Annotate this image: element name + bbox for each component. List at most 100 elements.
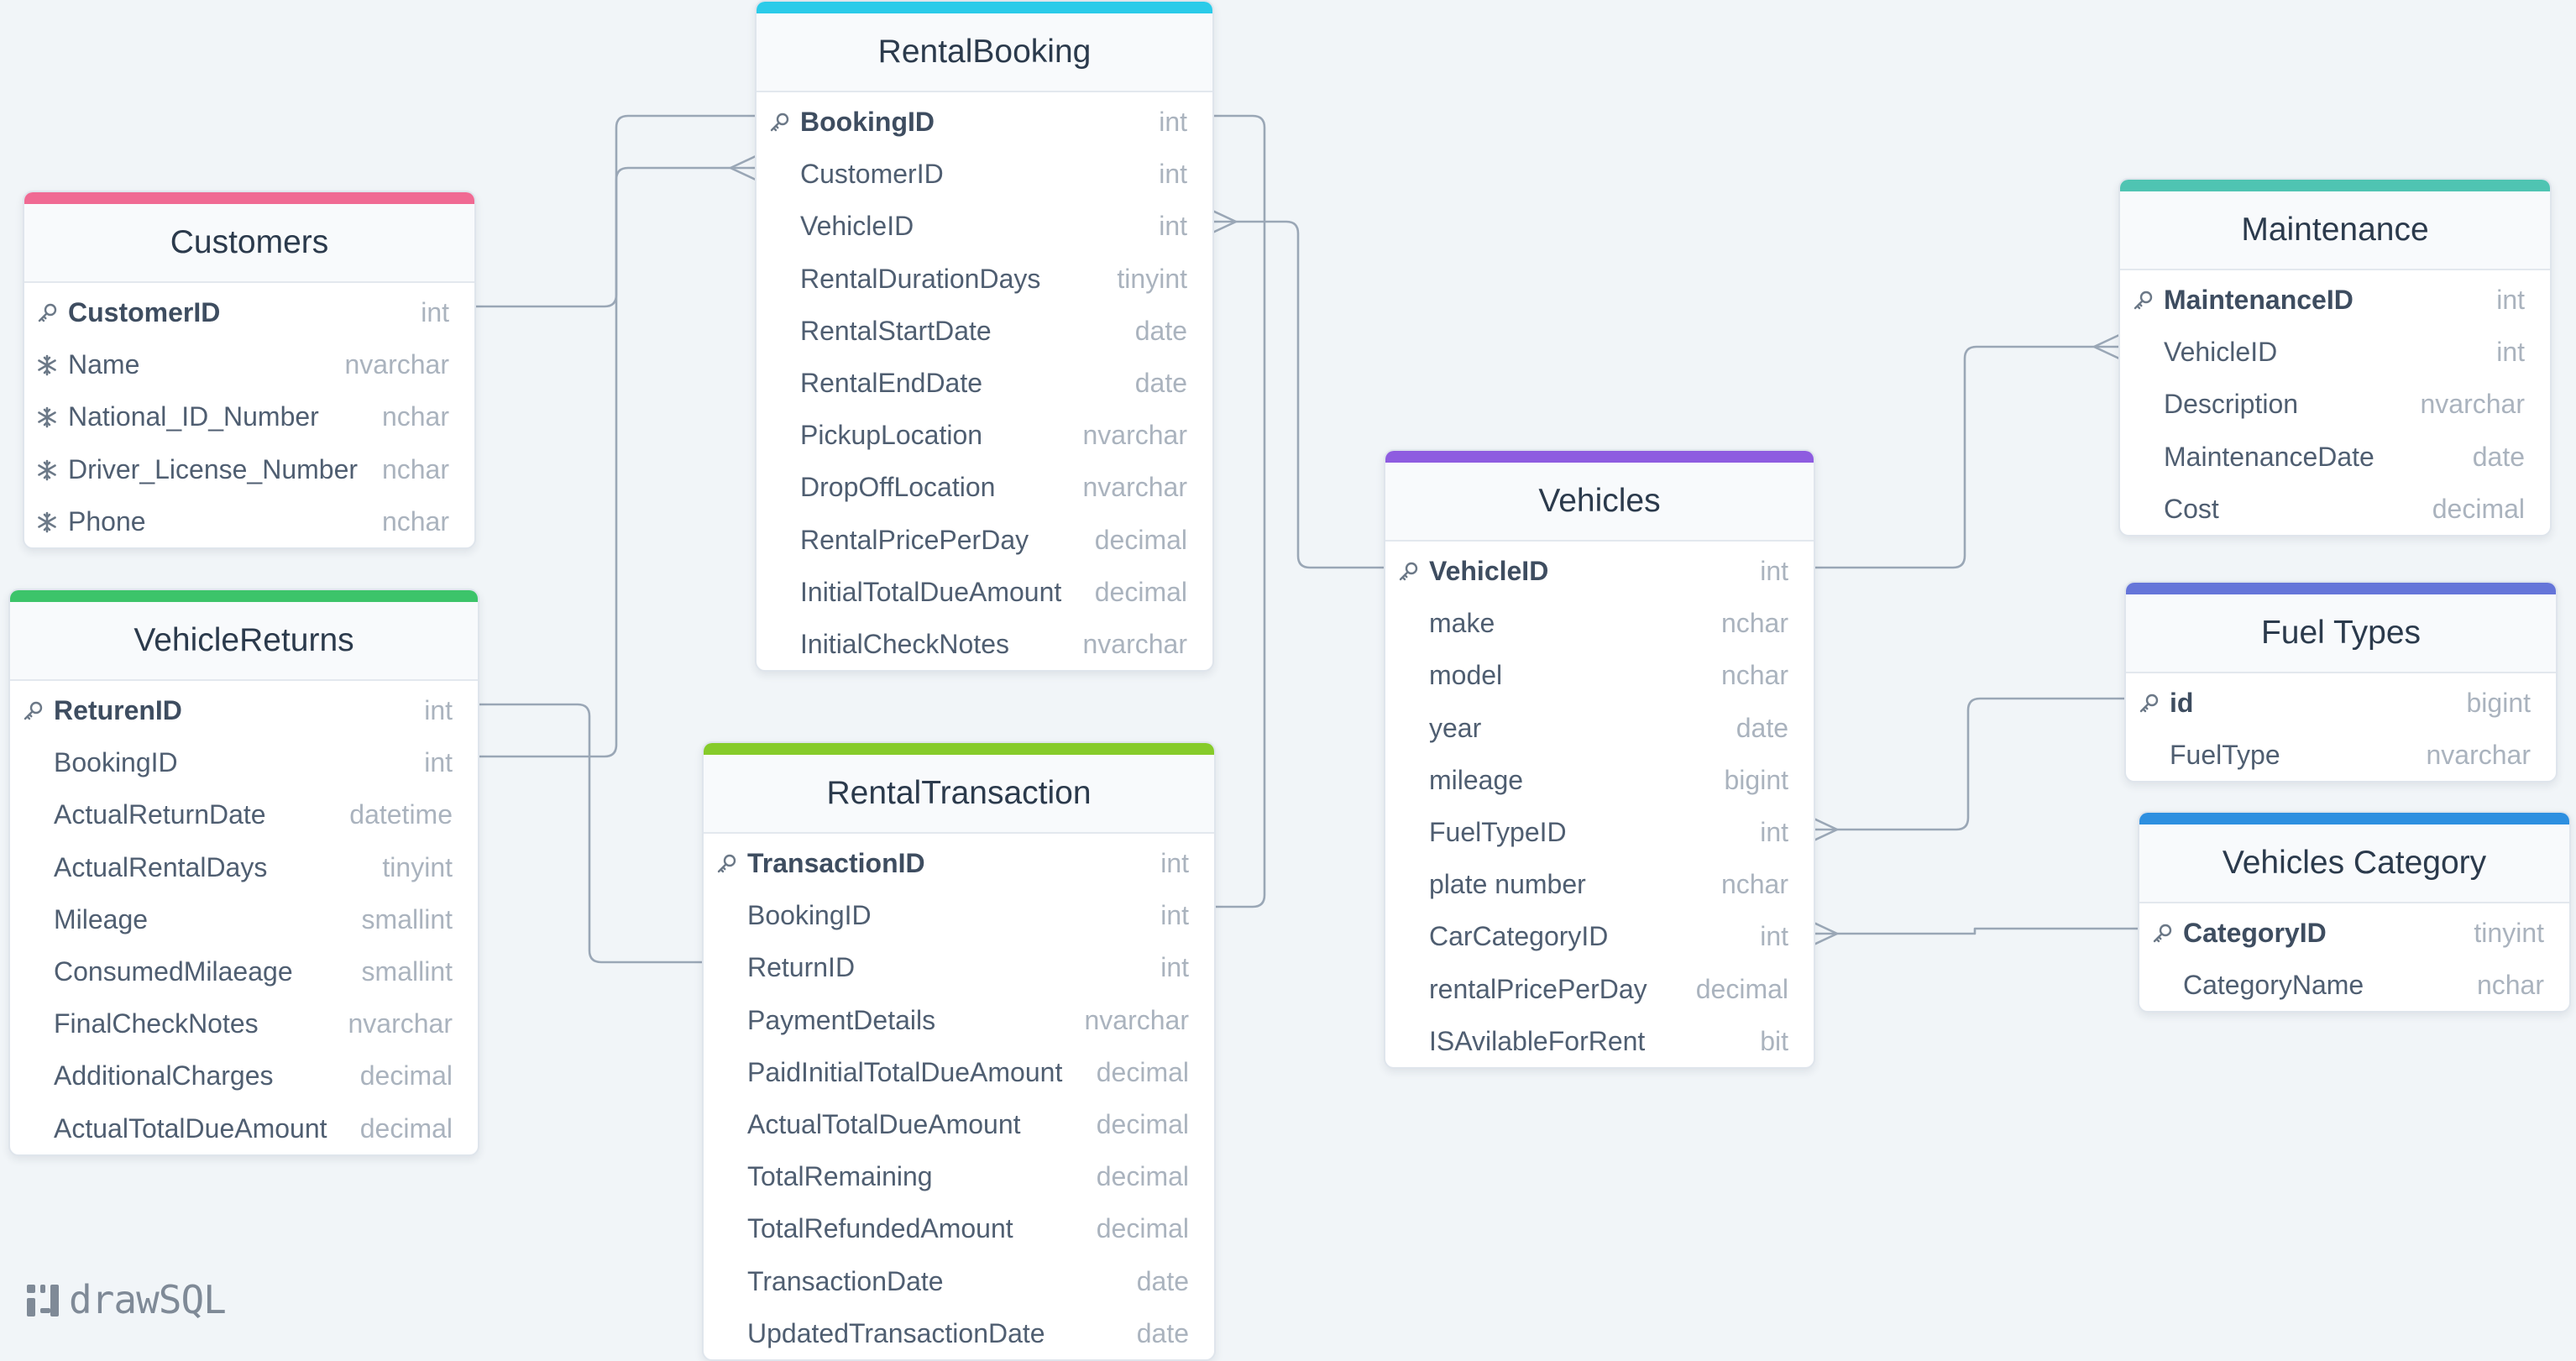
field-type: nvarchar xyxy=(2420,389,2526,420)
field-row[interactable]: National_ID_Number nchar xyxy=(24,390,474,442)
field-row[interactable]: ActualTotalDueAmount decimal xyxy=(10,1102,478,1154)
crowfoot-marker xyxy=(730,154,757,181)
field-row[interactable]: ActualReturnDate datetime xyxy=(10,788,478,840)
field-row[interactable]: CategoryID tinyint xyxy=(2139,907,2569,959)
field-name: VehicleID xyxy=(800,211,914,242)
field-row[interactable]: DropOffLocation nvarchar xyxy=(757,461,1212,513)
table-rentaltransaction[interactable]: RentalTransaction TransactionID int Bookin… xyxy=(702,741,1216,1361)
table-vehiclescategory[interactable]: Vehicles Category CategoryID tinyint Categ… xyxy=(2138,811,2571,1013)
table-fueltypes[interactable]: Fuel Types id bigint FuelType nvarchar xyxy=(2124,581,2558,783)
table-maintenance[interactable]: Maintenance MaintenanceID int VehicleID int… xyxy=(2118,178,2552,537)
field-row[interactable]: MaintenanceDate date xyxy=(2120,431,2550,483)
field-type: decimal xyxy=(359,1112,453,1144)
field-row[interactable]: PaymentDetails nvarchar xyxy=(704,994,1214,1046)
field-row[interactable]: TotalRefundedAmount decimal xyxy=(704,1202,1214,1254)
field-type: decimal xyxy=(2432,493,2525,524)
field-row[interactable]: FuelTypeID int xyxy=(1385,806,1814,858)
field-name: National_ID_Number xyxy=(68,401,319,432)
field-row[interactable]: InitialCheckNotes nvarchar xyxy=(757,618,1212,670)
drawsql-logo[interactable]: drawSQL xyxy=(25,1269,227,1330)
field-row[interactable]: BookingID int xyxy=(10,736,478,788)
field-row[interactable]: rentalPricePerDay decimal xyxy=(1385,963,1814,1015)
field-row[interactable]: BookingID int xyxy=(704,889,1214,941)
field-row[interactable]: PaidInitialTotalDueAmount decimal xyxy=(704,1046,1214,1098)
field-type: tinyint xyxy=(382,851,453,882)
field-row[interactable]: UpdatedTransactionDate date xyxy=(704,1307,1214,1359)
table-rentalbooking[interactable]: RentalBooking BookingID int CustomerID int V… xyxy=(755,0,1214,673)
connector-fueltypes-vehicles xyxy=(1812,697,2125,831)
field-type: int xyxy=(2496,285,2525,315)
field-type: nchar xyxy=(1720,608,1788,639)
field-row[interactable]: FinalCheckNotes nvarchar xyxy=(10,997,478,1050)
field-row[interactable]: year date xyxy=(1385,702,1814,754)
field-type: int xyxy=(1159,159,1187,190)
field-row[interactable]: ActualTotalDueAmount decimal xyxy=(704,1098,1214,1150)
field-row[interactable]: MaintenanceID int xyxy=(2120,274,2550,326)
field-row[interactable]: ReturnID int xyxy=(704,941,1214,993)
field-type: tinyint xyxy=(1117,263,1187,294)
table-vehicles[interactable]: Vehicles VehicleID int make nchar model nchar… xyxy=(1384,449,1815,1069)
field-name: UpdatedTransactionDate xyxy=(747,1317,1045,1348)
field-name: BookingID xyxy=(747,900,872,931)
field-row[interactable]: RentalStartDate date xyxy=(757,305,1212,357)
field-name: Driver_License_Number xyxy=(68,453,359,484)
field-row[interactable]: InitialTotalDueAmount decimal xyxy=(757,566,1212,618)
field-row[interactable]: TransactionDate date xyxy=(704,1255,1214,1307)
table-customers[interactable]: Customers CustomerID int Name nvarchar Natio… xyxy=(23,191,476,549)
field-name: PaidInitialTotalDueAmount xyxy=(747,1056,1063,1087)
table-vehiclereturns[interactable]: VehicleReturns ReturenID int BookingID int A… xyxy=(8,589,479,1156)
field-type: int xyxy=(424,695,453,725)
table-color-bar xyxy=(2139,813,2569,824)
field-name: RentalStartDate xyxy=(800,315,992,346)
field-name: rentalPricePerDay xyxy=(1429,973,1647,1004)
field-row[interactable]: mileage bigint xyxy=(1385,754,1814,806)
field-row[interactable]: AdditionalCharges decimal xyxy=(10,1050,478,1102)
field-name: CustomerID xyxy=(800,159,944,190)
field-name: TransactionID xyxy=(747,848,925,878)
field-type: nchar xyxy=(1720,660,1788,691)
field-type: int xyxy=(1159,107,1187,137)
field-name: MaintenanceDate xyxy=(2164,441,2374,472)
field-row[interactable]: Driver_License_Number nchar xyxy=(24,443,474,495)
field-name: mileage xyxy=(1429,764,1524,795)
field-row[interactable]: id bigint xyxy=(2126,677,2556,729)
field-row[interactable]: RentalEndDate date xyxy=(757,357,1212,409)
field-row[interactable]: CategoryName nchar xyxy=(2139,959,2569,1011)
field-row[interactable]: Mileage smallint xyxy=(10,893,478,945)
field-row[interactable]: Description nvarchar xyxy=(2120,378,2550,430)
table-color-bar xyxy=(704,743,1214,755)
diagram-canvas[interactable]: RentalBooking BookingID int CustomerID int V… xyxy=(0,0,2576,1361)
field-row[interactable]: RentalDurationDays tinyint xyxy=(757,253,1212,305)
field-row[interactable]: VehicleID int xyxy=(2120,326,2550,378)
field-row[interactable]: Phone nchar xyxy=(24,495,474,547)
field-row[interactable]: VehicleID int xyxy=(757,200,1212,252)
field-row[interactable]: model nchar xyxy=(1385,649,1814,701)
field-row[interactable]: ReturenID int xyxy=(10,684,478,736)
field-type: date xyxy=(2472,441,2525,472)
field-type: date xyxy=(1136,1265,1189,1296)
field-type: date xyxy=(1136,1317,1189,1348)
field-row[interactable]: FuelType nvarchar xyxy=(2126,729,2556,781)
field-row[interactable]: RentalPricePerDay decimal xyxy=(757,514,1212,566)
field-row[interactable]: PickupLocation nvarchar xyxy=(757,409,1212,461)
field-row[interactable]: Name nvarchar xyxy=(24,338,474,390)
field-type: datetime xyxy=(349,799,453,830)
field-row[interactable]: ConsumedMilaeage smallint xyxy=(10,945,478,997)
field-row[interactable]: VehicleID int xyxy=(1385,545,1814,597)
field-row[interactable]: CarCategoryID int xyxy=(1385,910,1814,962)
field-row[interactable]: make nchar xyxy=(1385,597,1814,649)
field-row[interactable]: BookingID int xyxy=(757,96,1212,148)
field-row[interactable]: plate number nchar xyxy=(1385,858,1814,910)
index-icon xyxy=(36,459,58,481)
field-row[interactable]: TransactionID int xyxy=(704,837,1214,889)
field-row[interactable]: ISAvilableForRent bit xyxy=(1385,1015,1814,1067)
field-type: nvarchar xyxy=(1082,472,1188,503)
field-name: CarCategoryID xyxy=(1429,921,1609,952)
field-name: RentalEndDate xyxy=(800,367,983,398)
table-color-bar xyxy=(2126,583,2556,594)
field-row[interactable]: TotalRemaining decimal xyxy=(704,1150,1214,1202)
field-row[interactable]: CustomerID int xyxy=(24,286,474,338)
field-row[interactable]: Cost decimal xyxy=(2120,483,2550,535)
field-row[interactable]: ActualRentalDays tinyint xyxy=(10,841,478,893)
field-row[interactable]: CustomerID int xyxy=(757,148,1212,200)
